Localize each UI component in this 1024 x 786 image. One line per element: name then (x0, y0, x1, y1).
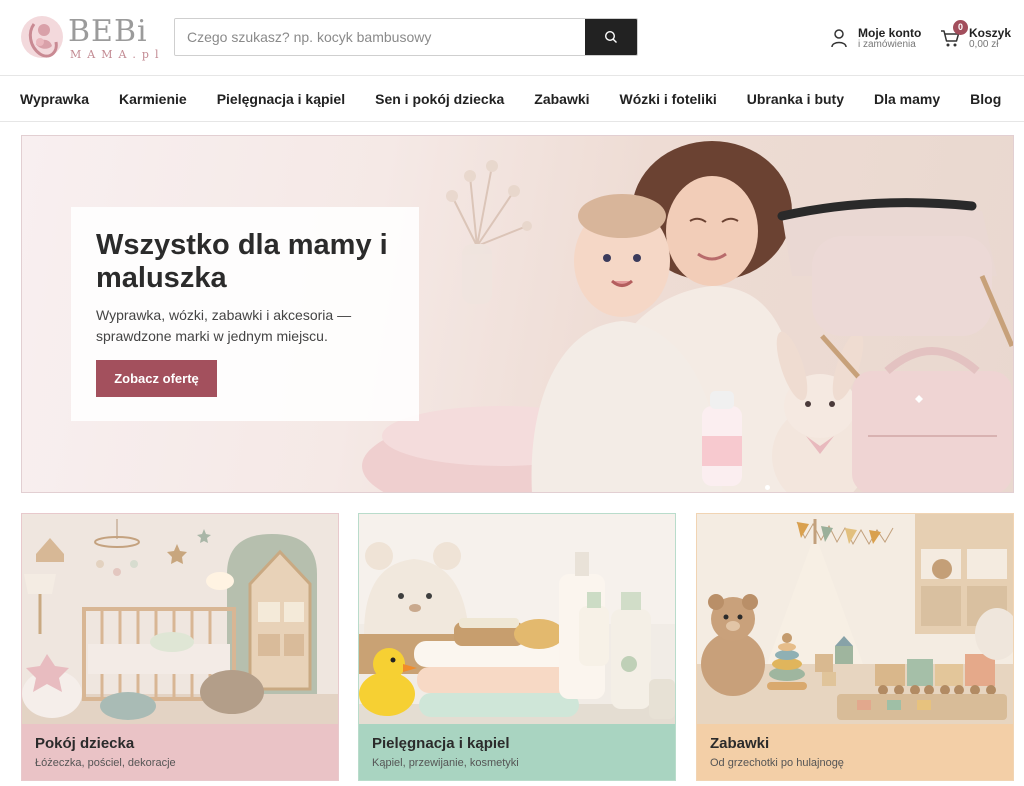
category-card-footer: Pokój dziecka Łóżeczka, pościel, dekorac… (22, 724, 338, 780)
nav-item-dla-mamy[interactable]: Dla mamy (874, 91, 940, 107)
site-header: BEBi MAMA.pl Moje konto i zamówienia 0 K… (0, 0, 1024, 76)
hero-title: Wszystko dla mamy i maluszka (96, 229, 388, 294)
category-title: Pielęgnacja i kąpiel (372, 735, 510, 752)
bath-care-image (359, 514, 675, 724)
hero-description: Wyprawka, wózki, zabawki i akcesoria — s… (96, 307, 352, 344)
cart-count-badge: 0 (953, 20, 968, 35)
main-navigation: Wyprawka Karmienie Pielęgnacja i kąpiel … (0, 76, 1024, 122)
mother-child-logo-icon (21, 16, 63, 58)
user-icon (831, 29, 847, 48)
cart-link[interactable]: 0 Koszyk 0,00 zł (940, 20, 1014, 54)
logo-subtext: MAMA.pl (70, 48, 165, 61)
search-input[interactable] (175, 19, 587, 55)
nav-item-sen[interactable]: Sen i pokój dziecka (375, 91, 504, 107)
category-card-footer: Zabawki Od grzechotki po hulajnogę (697, 724, 1013, 780)
account-link[interactable]: Moje konto i zamówienia (830, 24, 930, 54)
search-icon (604, 30, 617, 43)
cart-title: Koszyk (969, 26, 1012, 40)
nav-item-blog[interactable]: Blog (970, 91, 1001, 107)
nav-item-pielegnacja[interactable]: Pielęgnacja i kąpiel (217, 91, 345, 107)
category-title: Pokój dziecka (35, 735, 135, 752)
hero-cta-button[interactable]: Zobacz ofertę (96, 360, 217, 397)
category-card-pokoj-dziecka[interactable]: Pokój dziecka Łóżeczka, pościel, dekorac… (21, 513, 339, 781)
search-bar (174, 18, 638, 56)
logo-text: BEBi (68, 14, 148, 49)
logo[interactable]: BEBi MAMA.pl (20, 8, 158, 66)
category-card-footer: Pielęgnacja i kąpiel Kąpiel, przewijanie… (359, 724, 675, 780)
nav-item-wyprawka[interactable]: Wyprawka (20, 91, 89, 107)
account-subtitle: i zamówienia (858, 39, 916, 50)
hero-content-card: Wszystko dla mamy i maluszka Wyprawka, w… (71, 207, 419, 421)
category-card-zabawki[interactable]: Zabawki Od grzechotki po hulajnogę (696, 513, 1014, 781)
nav-item-ubranka[interactable]: Ubranka i buty (747, 91, 844, 107)
search-button[interactable] (585, 19, 637, 55)
category-subtitle: Kąpiel, przewijanie, kosmetyki (372, 757, 519, 769)
cart-total: 0,00 zł (969, 39, 999, 50)
nav-item-wozki[interactable]: Wózki i foteliki (620, 91, 717, 107)
nav-item-zabawki[interactable]: Zabawki (534, 91, 589, 107)
category-title: Zabawki (710, 735, 770, 752)
account-title: Moje konto (858, 26, 922, 40)
hero-banner[interactable]: Wszystko dla mamy i maluszka Wyprawka, w… (21, 135, 1014, 493)
nav-item-karmienie[interactable]: Karmienie (119, 91, 187, 107)
category-card-pielegnacja[interactable]: Pielęgnacja i kąpiel Kąpiel, przewijanie… (358, 513, 676, 781)
toys-image (697, 514, 1013, 724)
category-subtitle: Od grzechotki po hulajnogę (710, 757, 844, 769)
carousel-dot[interactable] (765, 485, 770, 490)
category-subtitle: Łóżeczka, pościel, dekoracje (35, 757, 176, 769)
nursery-image (22, 514, 338, 724)
